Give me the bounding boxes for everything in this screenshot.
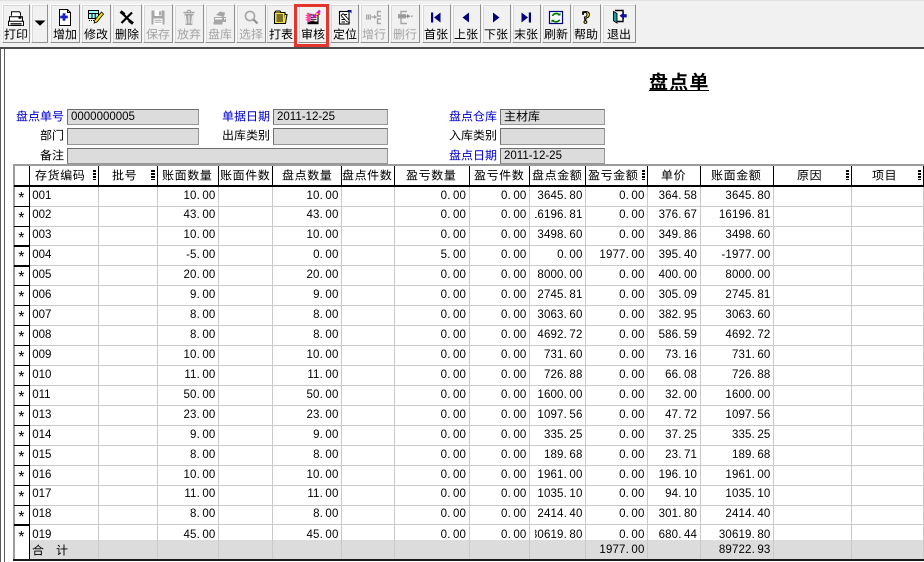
- svg-text:?: ?: [582, 9, 591, 26]
